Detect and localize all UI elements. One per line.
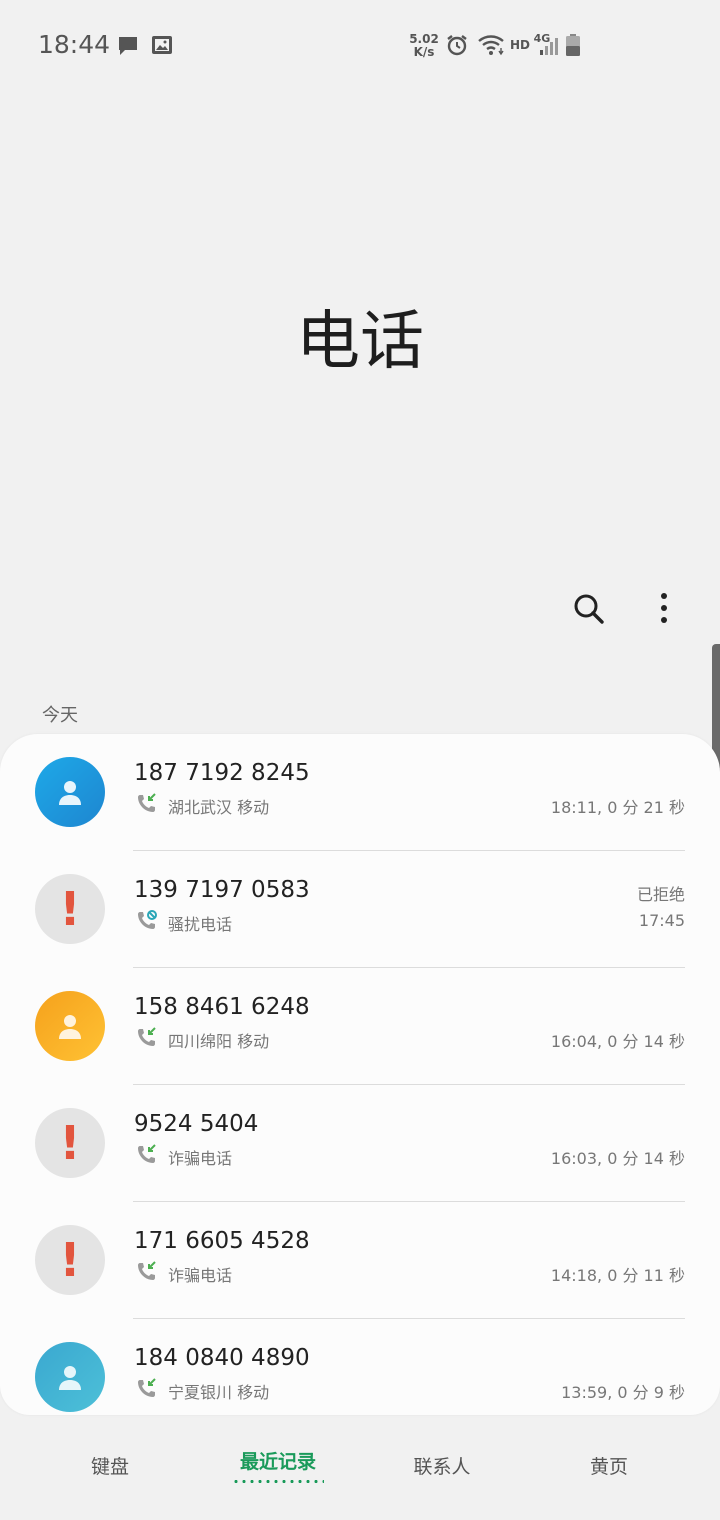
incoming-call-icon (136, 792, 158, 818)
person-icon (59, 1015, 81, 1039)
call-time: 17:45 (638, 911, 685, 930)
tab-yellow-pages[interactable]: 黄页 (519, 1420, 699, 1510)
incoming-call-icon (136, 1026, 158, 1052)
bottom-tab-bar: 键盘 最近记录 联系人 黄页 (0, 1420, 720, 1520)
net-speed-unit: K/s (413, 45, 435, 59)
exclamation-icon: ! (59, 882, 81, 936)
person-icon (59, 781, 81, 805)
image-icon (151, 35, 173, 59)
battery-icon (565, 33, 581, 61)
call-location: 宁夏银川 移动 (168, 1383, 270, 1402)
contact-avatar[interactable] (35, 1342, 105, 1412)
exclamation-icon: ! (59, 1116, 81, 1170)
search-icon[interactable] (572, 592, 606, 630)
call-time: 16:04, 0 分 14 秒 (550, 1032, 685, 1051)
alarm-icon (445, 33, 469, 61)
warning-avatar[interactable]: ! (35, 1225, 105, 1295)
call-log-row[interactable]: ! 171 6605 4528 诈骗电话 14:18, 0 分 11 秒 (0, 1202, 720, 1319)
call-time: 18:11, 0 分 21 秒 (550, 798, 685, 817)
person-icon (59, 1366, 81, 1390)
call-log-row[interactable]: 158 8461 6248 四川绵阳 移动 16:04, 0 分 14 秒 (0, 968, 720, 1085)
contact-avatar[interactable] (35, 757, 105, 827)
call-time: 13:59, 0 分 9 秒 (561, 1383, 685, 1402)
rejected-call-icon (136, 909, 158, 935)
incoming-call-icon (136, 1143, 158, 1169)
warning-avatar[interactable]: ! (35, 874, 105, 944)
incoming-call-icon (136, 1377, 158, 1403)
call-location: 四川绵阳 移动 (168, 1032, 270, 1051)
section-label-today: 今天 (42, 705, 78, 726)
call-location: 湖北武汉 移动 (168, 798, 270, 817)
call-number: 171 6605 4528 (134, 1228, 310, 1254)
call-log-row[interactable]: 184 0840 4890 宁夏银川 移动 13:59, 0 分 9 秒 (0, 1319, 720, 1415)
net-speed-value: 5.02 (409, 32, 439, 46)
call-number: 184 0840 4890 (134, 1345, 310, 1371)
active-tab-indicator (232, 1480, 324, 1483)
wifi-icon (477, 33, 505, 61)
exclamation-icon: ! (59, 1233, 81, 1287)
tab-label: 黄页 (589, 1455, 628, 1478)
warning-avatar[interactable]: ! (35, 1108, 105, 1178)
tab-label: 键盘 (90, 1455, 129, 1478)
hd-label: HD (509, 38, 530, 52)
status-time: 18:44 (38, 30, 111, 59)
call-status: 已拒绝 (636, 885, 685, 904)
contact-avatar[interactable] (35, 991, 105, 1061)
status-bar: 18:44 5.02 K/s HD 4G (0, 0, 720, 90)
tab-label: 联系人 (413, 1455, 471, 1478)
call-time: 16:03, 0 分 14 秒 (550, 1149, 685, 1168)
message-icon (117, 35, 139, 61)
call-label: 诈骗电话 (168, 1266, 233, 1285)
call-log-row[interactable]: ! 9524 5404 诈骗电话 16:03, 0 分 14 秒 (0, 1085, 720, 1202)
tab-recents[interactable]: 最近记录 (188, 1420, 368, 1510)
call-log-list: 187 7192 8245 湖北武汉 移动 18:11, 0 分 21 秒 ! … (0, 734, 720, 1415)
call-label: 诈骗电话 (168, 1149, 233, 1168)
call-time: 14:18, 0 分 11 秒 (550, 1266, 685, 1285)
tab-keypad[interactable]: 键盘 (20, 1420, 200, 1510)
call-log-row[interactable]: ! 139 7197 0583 骚扰电话 已拒绝 17:45 (0, 851, 720, 968)
call-number: 139 7197 0583 (134, 877, 310, 903)
tab-contacts[interactable]: 联系人 (352, 1420, 532, 1510)
call-label: 骚扰电话 (168, 915, 233, 934)
call-log-row[interactable]: 187 7192 8245 湖北武汉 移动 18:11, 0 分 21 秒 (0, 734, 720, 851)
page-title: 电话 (296, 305, 424, 379)
signal-icon (538, 36, 558, 60)
more-vert-icon[interactable] (655, 591, 673, 629)
call-number: 9524 5404 (134, 1111, 259, 1137)
tab-label: 最近记录 (239, 1451, 316, 1473)
call-number: 158 8461 6248 (134, 994, 310, 1020)
call-number: 187 7192 8245 (134, 760, 310, 786)
incoming-call-icon (136, 1260, 158, 1286)
